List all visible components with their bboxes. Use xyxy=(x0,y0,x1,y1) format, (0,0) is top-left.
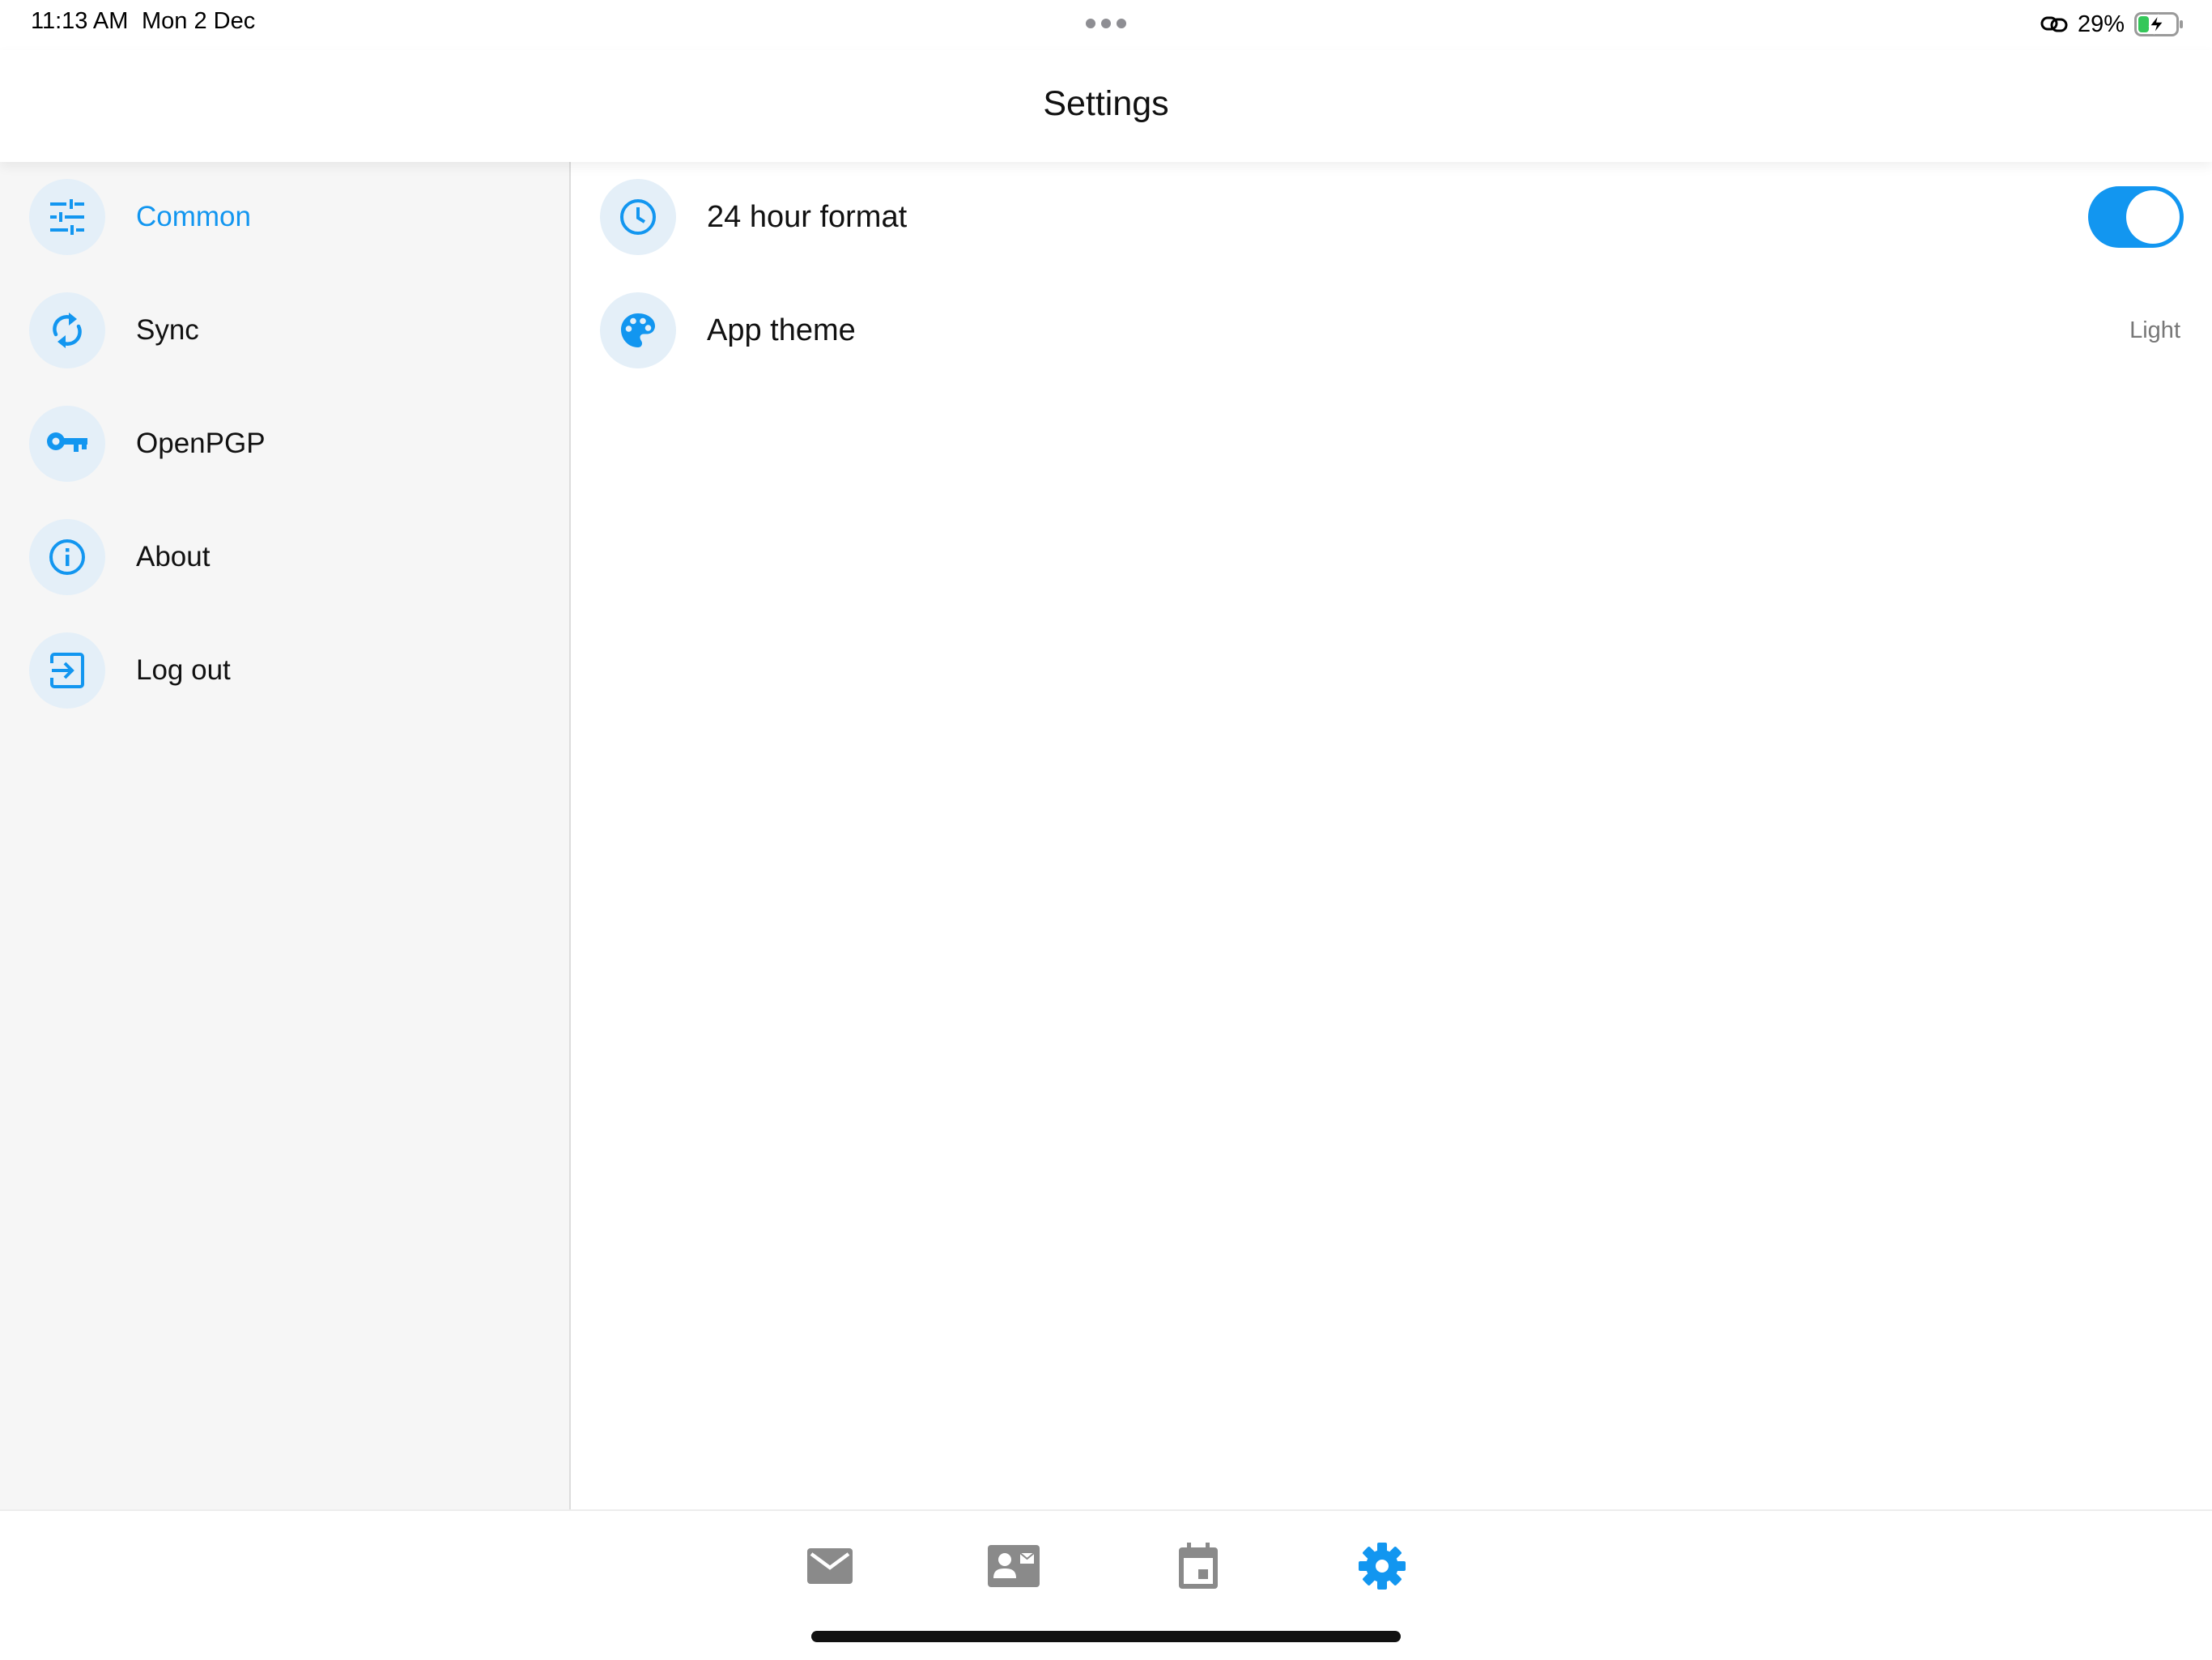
status-date: Mon 2 Dec xyxy=(142,8,256,34)
sidebar-icon-circle xyxy=(29,519,105,595)
sidebar-item-label: About xyxy=(136,541,211,572)
setting-label: 24 hour format xyxy=(707,199,908,234)
info-icon xyxy=(49,539,85,575)
contact-card-icon xyxy=(988,1545,1040,1587)
tab-mail[interactable] xyxy=(798,1534,862,1598)
key-icon xyxy=(47,432,87,452)
sidebar-item-sync[interactable]: Sync xyxy=(29,292,547,369)
app-theme-value: Light xyxy=(2129,317,2180,343)
toggle-knob xyxy=(2126,190,2180,244)
sidebar-item-logout[interactable]: Log out xyxy=(29,632,547,709)
status-time: 11:13 AM xyxy=(31,8,129,34)
sidebar-icon-circle xyxy=(29,292,105,368)
clock-icon xyxy=(620,199,656,235)
tab-contacts[interactable] xyxy=(981,1534,1046,1598)
sidebar-item-label: OpenPGP xyxy=(136,428,266,459)
link-icon xyxy=(2040,16,2068,32)
sync-icon xyxy=(53,313,82,348)
multitask-dots-icon[interactable] xyxy=(1085,18,1127,29)
app-header: Settings xyxy=(0,50,2212,162)
status-right: 29% xyxy=(2040,8,2184,40)
sidebar-icon-circle xyxy=(29,406,105,482)
setting-label: App theme xyxy=(707,313,856,347)
calendar-icon xyxy=(1179,1543,1218,1589)
battery-charging-icon xyxy=(2134,12,2183,36)
24-hour-format-toggle[interactable] xyxy=(2088,186,2184,248)
sidebar-item-openpgp[interactable]: OpenPGP xyxy=(29,405,547,483)
sidebar-item-label: Sync xyxy=(136,314,199,346)
logout-icon xyxy=(50,653,84,688)
setting-icon-circle xyxy=(600,179,676,255)
setting-icon-circle xyxy=(600,292,676,368)
settings-sidebar: Common Sync OpenPGP About Log out xyxy=(0,162,571,1509)
sliders-icon xyxy=(50,199,84,235)
sidebar-item-common[interactable]: Common xyxy=(29,178,547,256)
settings-content: 24 hour format App theme Light xyxy=(571,162,2212,1509)
page-title: Settings xyxy=(1043,84,1169,123)
sidebar-item-label: Log out xyxy=(136,654,231,686)
battery-percent: 29% xyxy=(2077,11,2125,37)
sidebar-icon-circle xyxy=(29,632,105,709)
tab-settings[interactable] xyxy=(1350,1534,1414,1598)
status-bar: 11:13 AM Mon 2 Dec 29% xyxy=(0,0,2212,50)
tab-calendar[interactable] xyxy=(1166,1534,1231,1598)
mail-icon xyxy=(807,1548,853,1584)
setting-row-24-hour-format[interactable]: 24 hour format xyxy=(600,177,2184,258)
gear-icon xyxy=(1359,1543,1406,1590)
home-indicator[interactable] xyxy=(811,1631,1401,1642)
palette-icon xyxy=(621,313,655,347)
sidebar-item-label: Common xyxy=(136,201,251,232)
setting-row-app-theme[interactable]: App theme Light xyxy=(600,290,2184,371)
sidebar-item-about[interactable]: About xyxy=(29,518,547,596)
sidebar-icon-circle xyxy=(29,179,105,255)
